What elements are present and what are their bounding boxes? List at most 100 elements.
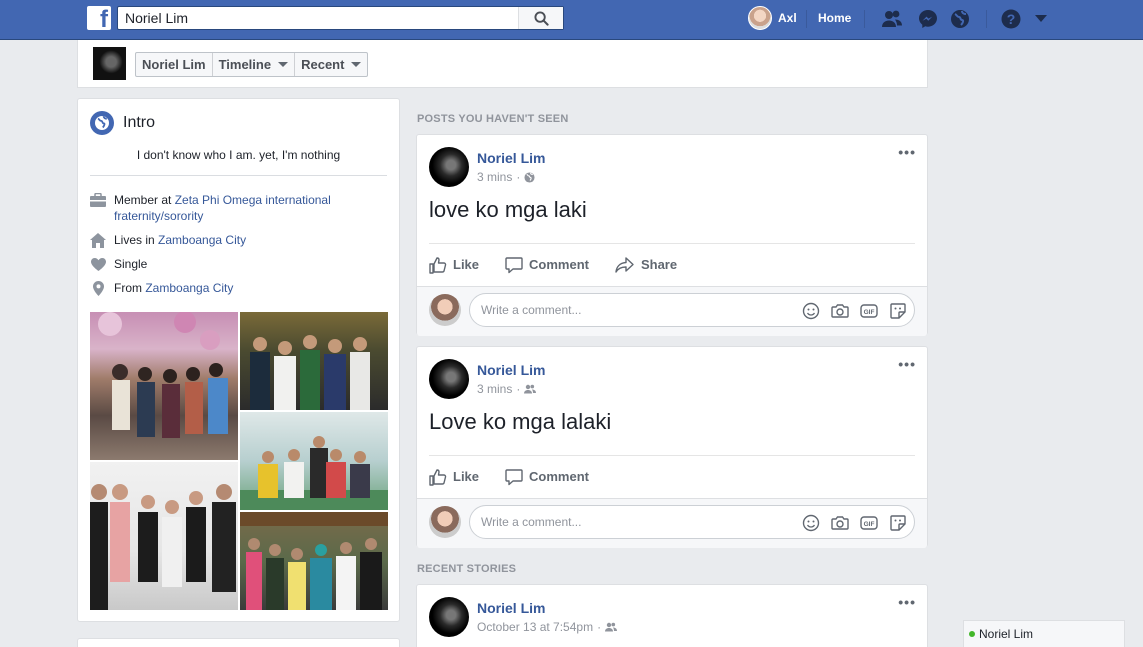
member-prefix: Member at: [114, 193, 175, 207]
share-label: Share: [640, 257, 678, 272]
avatar: [748, 6, 772, 30]
comment-button[interactable]: Comment: [505, 468, 589, 486]
avatar: [429, 506, 461, 538]
lives-city-link[interactable]: Zamboanga City: [158, 233, 246, 247]
post-timestamp[interactable]: 3 mins: [477, 170, 512, 184]
friends-icon[interactable]: [605, 622, 618, 632]
facebook-logo-icon[interactable]: f: [87, 6, 111, 33]
from-prefix: From: [114, 281, 146, 295]
location-pin-icon: [90, 280, 106, 296]
comment-tools: GIF: [792, 301, 908, 321]
timeline-label: Timeline: [218, 57, 272, 72]
like-label: Like: [453, 469, 480, 484]
intro-from-text: From Zamboanga City: [114, 280, 233, 296]
post-card: Noriel Lim 3 mins · ••• Love ko mga lalak…: [416, 346, 928, 548]
avatar[interactable]: [429, 147, 469, 187]
post-timestamp[interactable]: October 13 at 7:54pm: [477, 620, 593, 634]
camera-icon[interactable]: [830, 301, 850, 321]
bio-text: I don't know who I am. yet, I'm nothing: [136, 148, 341, 162]
meta-separator: ·: [516, 382, 521, 396]
profile-thumbnail[interactable]: [93, 47, 126, 80]
profile-shortcut[interactable]: Axl: [748, 6, 797, 30]
post-author[interactable]: Noriel Lim: [477, 600, 545, 616]
like-button[interactable]: Like: [429, 468, 479, 486]
featured-photos-grid: [90, 312, 388, 610]
timeline-dropdown[interactable]: Timeline: [213, 53, 296, 76]
post-action-bar: Like Comment: [429, 455, 915, 497]
comment-button[interactable]: Comment: [505, 256, 589, 274]
post-meta: October 13 at 7:54pm ·: [477, 620, 618, 634]
comment-composer: GIF: [417, 498, 927, 548]
emoji-icon[interactable]: [801, 513, 821, 533]
avatar[interactable]: [429, 597, 469, 637]
account-menu-chevron-down-icon[interactable]: [1030, 8, 1052, 30]
recent-dropdown[interactable]: Recent: [295, 53, 367, 76]
photo-formal-group[interactable]: [90, 462, 238, 610]
post-meta: 3 mins ·: [477, 170, 535, 184]
post-author[interactable]: Noriel Lim: [477, 150, 545, 166]
intro-card: Intro I don't know who I am. yet, I'm no…: [77, 98, 400, 622]
friend-requests-icon[interactable]: [881, 8, 903, 30]
comment-bubble-icon: [505, 468, 523, 485]
intro-header: Intro: [90, 111, 155, 135]
comment-field: GIF: [469, 293, 915, 327]
comment-input[interactable]: [481, 294, 781, 326]
home-link[interactable]: Home: [818, 11, 851, 25]
friends-icon[interactable]: [524, 384, 537, 394]
emoji-icon[interactable]: [801, 301, 821, 321]
post-timestamp[interactable]: 3 mins: [477, 382, 512, 396]
post-options-more-icon[interactable]: •••: [898, 357, 916, 371]
photo-party-group[interactable]: [90, 312, 238, 460]
from-city-link[interactable]: Zamboanga City: [145, 281, 233, 295]
recent-label: Recent: [301, 57, 345, 72]
photo-crowd-gathering[interactable]: [240, 512, 388, 610]
like-button[interactable]: Like: [429, 256, 479, 274]
comment-input[interactable]: [481, 506, 781, 538]
briefcase-icon: [90, 192, 106, 208]
search-box: [117, 6, 564, 30]
help-icon[interactable]: ?: [1000, 8, 1022, 30]
breadcrumb: Noriel Lim Timeline Recent: [135, 52, 369, 77]
public-globe-icon[interactable]: [524, 171, 535, 183]
comment-label: Comment: [529, 469, 589, 484]
heart-icon: [90, 256, 106, 272]
comment-field: GIF: [469, 505, 915, 539]
lives-prefix: Lives in: [114, 233, 159, 247]
photo-friends-bench[interactable]: [240, 412, 388, 510]
intro-from-row: From Zamboanga City: [90, 280, 387, 296]
caret-down-icon: [351, 62, 362, 67]
post-options-more-icon[interactable]: •••: [898, 595, 916, 609]
camera-icon[interactable]: [830, 513, 850, 533]
home-icon: [90, 232, 106, 248]
top-navigation-bar: f Axl Home ?: [0, 0, 1143, 40]
relationship-text: Single: [114, 257, 148, 271]
post-options-more-icon[interactable]: •••: [898, 145, 916, 159]
meta-separator: ·: [597, 620, 602, 634]
gif-icon[interactable]: GIF: [859, 513, 879, 533]
notifications-globe-icon[interactable]: [949, 8, 971, 30]
divider: [986, 10, 987, 28]
messenger-icon[interactable]: [917, 8, 939, 30]
logo-letter: f: [100, 6, 108, 33]
comment-bubble-icon: [505, 256, 523, 273]
avatar[interactable]: [429, 359, 469, 399]
next-card: [77, 638, 400, 647]
svg-text:?: ?: [1007, 11, 1016, 27]
sticker-icon[interactable]: [888, 301, 908, 321]
gif-icon[interactable]: GIF: [859, 301, 879, 321]
photo-group-outdoor[interactable]: [240, 312, 388, 410]
search-button[interactable]: [518, 7, 563, 29]
share-button[interactable]: Share: [615, 256, 677, 274]
profile-header-strip: Noriel Lim Timeline Recent: [77, 40, 928, 88]
sticker-icon[interactable]: [888, 513, 908, 533]
chat-tab[interactable]: Noriel Lim: [963, 620, 1125, 647]
online-status-dot: [969, 631, 975, 637]
breadcrumb-profile-name[interactable]: Noriel Lim: [136, 53, 213, 76]
post-author[interactable]: Noriel Lim: [477, 362, 545, 378]
search-input[interactable]: [118, 7, 518, 29]
post-meta: 3 mins ·: [477, 382, 537, 396]
intro-globe-icon: [90, 111, 114, 135]
thumbs-up-icon: [429, 256, 447, 274]
comment-label: Comment: [529, 257, 589, 272]
caret-down-icon: [278, 62, 289, 67]
